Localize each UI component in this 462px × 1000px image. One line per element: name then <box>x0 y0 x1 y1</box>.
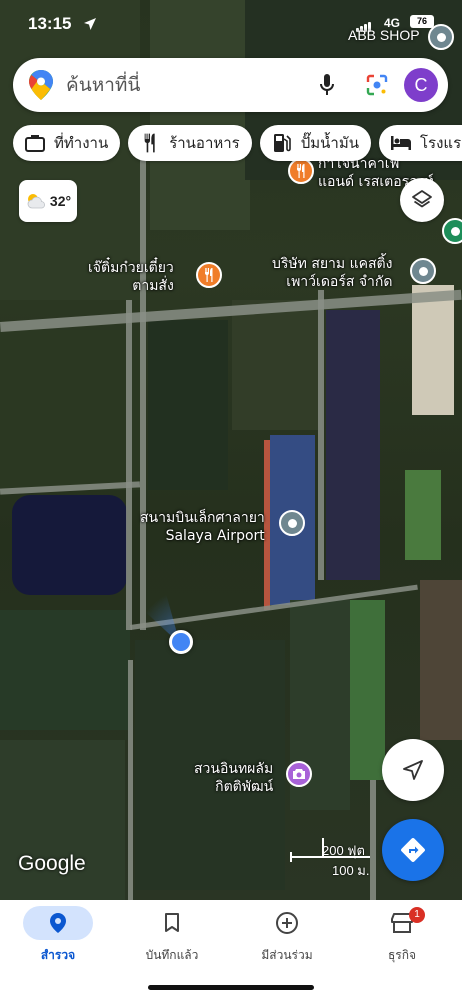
map-road <box>126 300 132 630</box>
nav-label: บันทึกแล้ว <box>145 948 199 962</box>
nav-label: ธุรกิจ <box>387 948 417 962</box>
place-label-noodle[interactable]: เจ๊ติ๋มก๋วยเตี๋ยว ตามสั่ง <box>88 259 174 295</box>
map-field <box>0 610 130 730</box>
place-name-line2: กิตติพัฒน์ <box>215 779 274 795</box>
search-bar[interactable]: ค้นหาที่นี่ C <box>13 58 448 112</box>
restaurant-icon <box>138 131 162 155</box>
google-logo: Google <box>18 852 86 875</box>
nav-saved[interactable]: บันทึกแล้ว <box>127 906 217 965</box>
partly-cloudy-icon <box>27 194 45 209</box>
camera-pin-icon[interactable] <box>286 761 312 787</box>
weather-temp: 32° <box>49 193 72 209</box>
map-road <box>370 780 376 900</box>
map-field <box>232 300 322 430</box>
map-field <box>326 310 380 580</box>
directions-button[interactable] <box>382 819 444 881</box>
explore-pin-icon <box>50 913 66 933</box>
chip-label: ที่ทำงาน <box>54 134 109 152</box>
map-field <box>405 470 441 560</box>
my-location-button[interactable] <box>382 739 444 801</box>
home-indicator[interactable] <box>148 985 314 990</box>
account-avatar[interactable]: C <box>404 68 438 102</box>
search-input[interactable]: ค้นหาที่นี่ <box>66 70 310 100</box>
bookmark-icon <box>165 913 179 932</box>
map-field <box>0 740 125 900</box>
map-pond <box>12 495 127 595</box>
hotel-icon <box>389 131 413 155</box>
chip-label: ร้านอาหาร <box>169 134 240 152</box>
chip-restaurants[interactable]: ร้านอาหาร <box>128 125 252 161</box>
place-name-line2: เพาว์เดอร์ส จำกัด <box>286 274 393 290</box>
place-name-line1: บริษัท สยาม แคสติ้ง <box>272 256 393 272</box>
weather-widget[interactable]: 32° <box>19 180 77 222</box>
map-road <box>140 150 146 630</box>
chip-gas[interactable]: ปั๊มน้ำมัน <box>259 125 371 161</box>
place-name-line2: Salaya Airport <box>165 528 265 544</box>
place-label-company[interactable]: บริษัท สยาม แคสติ้ง เพาว์เดอร์ส จำกัด <box>272 255 392 291</box>
my-location-dot[interactable] <box>169 630 193 654</box>
map-field <box>0 330 140 490</box>
directions-icon <box>401 838 425 862</box>
chip-label: ปั๊มน้ำมัน <box>300 134 359 152</box>
place-name-line1: เจ๊ติ๋มก๋วยเตี๋ยว <box>88 260 174 276</box>
map-field <box>420 580 462 740</box>
map-field <box>350 600 385 780</box>
nav-contribute[interactable]: มีส่วนร่วม <box>242 906 332 965</box>
status-time: 13:15 <box>28 14 72 33</box>
place-name-line1: สวนอินทผลัม <box>194 761 274 777</box>
google-lens-icon[interactable] <box>360 68 394 102</box>
map-building <box>412 285 454 415</box>
briefcase-icon <box>23 131 47 155</box>
place-label-park[interactable]: สวนอินทผลัม กิตติพัฒน์ <box>194 760 273 796</box>
microphone-icon[interactable] <box>310 68 344 102</box>
map-road <box>318 290 324 580</box>
bottom-navigation: สำรวจ บันทึกแล้ว มีส่วนร่วม 1 ธุรกิจ <box>0 900 462 1000</box>
chip-work[interactable]: ที่ทำงาน <box>13 125 121 161</box>
add-circle-icon <box>276 912 298 934</box>
location-arrow-icon <box>84 18 96 30</box>
navigation-arrow-icon <box>403 760 423 780</box>
place-label-airport[interactable]: สนามบินเล็กศาลายา Salaya Airport <box>140 509 265 545</box>
place-name-line2: ตามสั่ง <box>132 278 174 294</box>
category-chips: ที่ทำงาน ร้านอาหาร ปั๊มน้ำมัน โรงแรม <box>13 125 462 161</box>
gas-station-icon <box>270 131 294 155</box>
chip-label: โรงแรม <box>419 134 462 152</box>
place-pin-icon[interactable] <box>442 218 462 244</box>
place-pin-icon[interactable] <box>428 24 454 50</box>
restaurant-pin-icon[interactable] <box>288 158 314 184</box>
restaurant-pin-icon[interactable] <box>196 262 222 288</box>
nav-label: มีส่วนร่วม <box>261 948 313 962</box>
scale-meters: 100 ม. <box>332 863 370 878</box>
place-pin-icon[interactable] <box>410 258 436 284</box>
map-poi-label[interactable]: ABB SHOP <box>348 27 420 43</box>
map-road <box>128 660 133 900</box>
nav-business[interactable]: 1 ธุรกิจ <box>357 906 447 965</box>
nav-label: สำรวจ <box>40 948 76 962</box>
notification-badge: 1 <box>409 907 425 923</box>
place-pin-icon[interactable] <box>279 510 305 536</box>
layers-button[interactable] <box>400 178 444 222</box>
chip-hotels[interactable]: โรงแรม <box>378 125 462 161</box>
map-field <box>148 320 228 490</box>
layers-icon <box>412 190 432 208</box>
google-maps-logo-icon <box>29 70 53 100</box>
place-name-line1: สนามบินเล็กศาลายา <box>140 510 265 526</box>
nav-explore[interactable]: สำรวจ <box>13 906 103 965</box>
